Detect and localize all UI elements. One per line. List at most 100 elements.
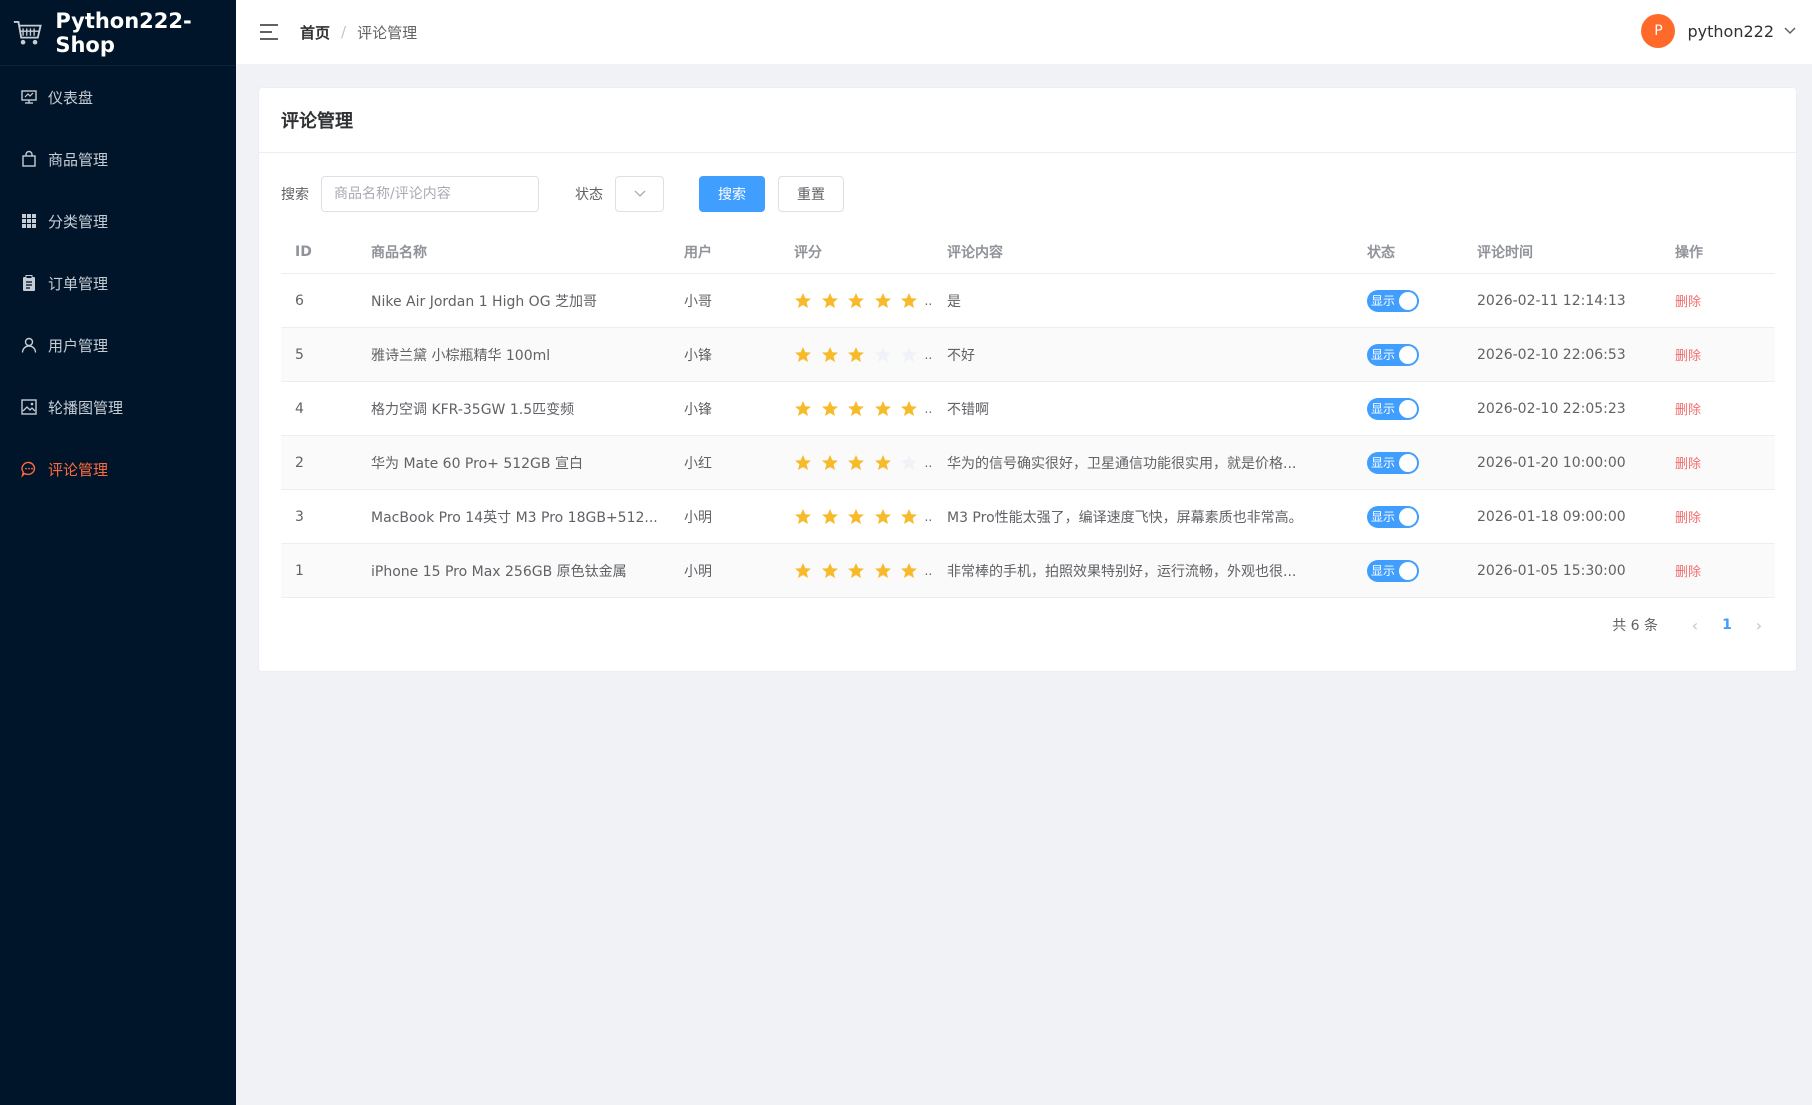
search-input[interactable] xyxy=(321,176,539,212)
sidebar-item-label: 订单管理 xyxy=(48,274,109,293)
comment-management-card: 评论管理 搜索 状态 搜索 重置 ID 商品名称 用户 评分 评论内容 状态 评论时间 操作 … xyxy=(258,87,1797,672)
status-switch[interactable]: 显示 xyxy=(1367,343,1419,366)
rating-ellipsis: ... xyxy=(924,455,934,470)
comment-time: 2026-02-10 22:05:23 xyxy=(1477,400,1626,417)
delete-button[interactable]: 删除 xyxy=(1675,295,1701,310)
star-icon xyxy=(821,292,838,308)
prev-page-button[interactable]: ‹ xyxy=(1680,616,1710,635)
column-header: 评分 xyxy=(794,244,822,261)
status-switch-text: 显示 xyxy=(1371,293,1396,308)
delete-button[interactable]: 删除 xyxy=(1675,403,1701,418)
breadcrumb: 首页 / 评论管理 xyxy=(300,22,417,43)
status-cell: 显示 xyxy=(1353,397,1463,420)
table-row: 6 Nike Air Jordan 1 High OG 芝加哥 小哥... 是 显示 20… xyxy=(281,274,1775,328)
delete-button[interactable]: 删除 xyxy=(1675,349,1701,364)
star-icon xyxy=(821,562,838,578)
switch-knob xyxy=(1399,561,1417,580)
breadcrumb-home[interactable]: 首页 xyxy=(300,22,330,43)
chevron-down-icon xyxy=(634,190,645,197)
sidebar-item-6[interactable]: 轮播图管理 xyxy=(0,376,236,438)
clipboard-icon xyxy=(20,274,38,292)
star-icon xyxy=(874,454,891,470)
comment-time: 2026-02-10 22:06:53 xyxy=(1477,346,1626,363)
star-icon xyxy=(821,346,838,362)
sidebar-item-3[interactable]: 分类管理 xyxy=(0,190,236,252)
status-switch-text: 显示 xyxy=(1371,347,1396,362)
card-title: 评论管理 xyxy=(281,111,353,132)
comment-user: 小明 xyxy=(684,509,712,526)
next-page-button[interactable]: › xyxy=(1744,616,1774,635)
status-switch[interactable]: 显示 xyxy=(1367,559,1419,582)
table-row: 2 华为 Mate 60 Pro+ 512GB 宣白 小红... 华为的信号确实很好，… xyxy=(281,436,1775,490)
comment-id: 5 xyxy=(295,346,304,363)
star-rating: ... xyxy=(780,508,933,526)
comment-content: 不错啊 xyxy=(947,401,989,418)
comment-content: M3 Pro性能太强了，编译速度飞快，屏幕素质也非常高。 xyxy=(947,509,1303,526)
table-row: 5 雅诗兰黛 小棕瓶精华 100ml 小锋... 不好 显示 2026-02-10 22:… xyxy=(281,328,1775,382)
sidebar-item-4[interactable]: 订单管理 xyxy=(0,252,236,314)
star-icon xyxy=(901,292,917,308)
menu-toggle-icon[interactable] xyxy=(260,24,278,40)
comment-id: 1 xyxy=(295,562,304,579)
status-cell: 显示 xyxy=(1353,343,1463,366)
column-header: 操作 xyxy=(1675,244,1703,261)
comment-time: 2026-01-05 15:30:00 xyxy=(1477,562,1626,579)
star-icon xyxy=(874,508,891,524)
sidebar-item-label: 评论管理 xyxy=(48,460,109,479)
user-icon xyxy=(20,336,38,354)
brand[interactable]: Python222-Shop xyxy=(0,0,236,66)
sidebar-item-5[interactable]: 用户管理 xyxy=(0,314,236,376)
switch-knob xyxy=(1399,453,1417,472)
status-switch[interactable]: 显示 xyxy=(1367,505,1419,528)
status-switch-text: 显示 xyxy=(1371,509,1396,524)
shopping-bag-icon xyxy=(20,150,38,168)
star-rating: ... xyxy=(780,346,933,364)
switch-knob xyxy=(1399,399,1417,418)
comment-icon xyxy=(20,460,38,478)
star-icon xyxy=(901,562,917,578)
dashboard-icon xyxy=(20,88,38,106)
star-icon xyxy=(901,346,917,362)
product-name: Nike Air Jordan 1 High OG 芝加哥 xyxy=(371,293,598,310)
status-switch[interactable]: 显示 xyxy=(1367,451,1419,474)
delete-button[interactable]: 删除 xyxy=(1675,511,1701,526)
search-button[interactable]: 搜索 xyxy=(699,176,765,212)
status-switch-text: 显示 xyxy=(1371,455,1396,470)
user-menu[interactable]: P python222 xyxy=(1641,14,1796,48)
comment-content: 不好 xyxy=(947,347,975,364)
column-header: 评论内容 xyxy=(947,244,1003,261)
sidebar-item-7[interactable]: 评论管理 xyxy=(0,438,236,500)
page-number[interactable]: 1 xyxy=(1710,617,1744,633)
delete-button[interactable]: 删除 xyxy=(1675,565,1701,580)
star-icon xyxy=(901,454,917,470)
star-icon xyxy=(848,562,864,578)
comment-user: 小锋 xyxy=(684,347,712,364)
product-name: 格力空调 KFR-35GW 1.5匹变频 xyxy=(371,401,575,418)
sidebar-item-label: 轮播图管理 xyxy=(48,398,124,417)
breadcrumb-separator: / xyxy=(341,23,347,41)
sidebar-item-2[interactable]: 商品管理 xyxy=(0,128,236,190)
delete-button[interactable]: 删除 xyxy=(1675,457,1701,472)
star-icon xyxy=(821,508,838,524)
status-select[interactable] xyxy=(615,176,664,212)
column-header: 状态 xyxy=(1367,244,1395,261)
sidebar-item-label: 商品管理 xyxy=(48,150,109,169)
sidebar-item-label: 仪表盘 xyxy=(48,88,94,107)
sidebar-item-label: 分类管理 xyxy=(48,212,109,231)
actions-cell: 删除 xyxy=(1661,291,1775,310)
picture-icon xyxy=(20,398,38,416)
star-rating: ... xyxy=(780,454,933,472)
status-switch[interactable]: 显示 xyxy=(1367,397,1419,420)
column-header: ID xyxy=(295,243,312,260)
comment-user: 小红 xyxy=(684,455,712,472)
reset-button[interactable]: 重置 xyxy=(778,176,844,212)
product-name: iPhone 15 Pro Max 256GB 原色钛金属 xyxy=(371,563,627,580)
star-icon xyxy=(848,508,864,524)
star-icon xyxy=(795,400,811,416)
status-switch[interactable]: 显示 xyxy=(1367,289,1419,312)
comment-id: 4 xyxy=(295,400,304,417)
sidebar-item-1[interactable]: 仪表盘 xyxy=(0,66,236,128)
avatar: P xyxy=(1641,14,1676,48)
status-cell: 显示 xyxy=(1353,505,1463,528)
table-body: 6Nike Air Jordan 1 High OG 芝加哥小哥...是显示20… xyxy=(281,274,1775,598)
